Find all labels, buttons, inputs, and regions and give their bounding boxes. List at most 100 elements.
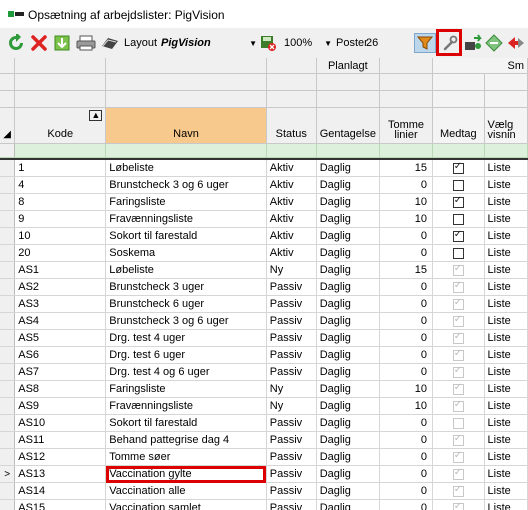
cell-medtag[interactable] [432,244,485,262]
cell-visning[interactable]: Liste [484,160,528,177]
row-indicator[interactable] [0,312,16,330]
cell-gentagelse[interactable]: Daglig [316,346,380,364]
cell-navn[interactable]: Vaccination alle [105,482,267,500]
table-row[interactable]: >AS13Vaccination gyltePassivDaglig0 Liste [0,465,528,483]
cell-medtag[interactable] [432,176,485,194]
medtag-checkbox[interactable] [452,213,464,225]
cell-medtag[interactable] [432,363,485,381]
save-layout-icon[interactable] [258,33,278,53]
cell-tomme-linier[interactable]: 0 [379,278,434,296]
row-indicator[interactable] [0,160,16,177]
cell-gentagelse[interactable]: Daglig [316,414,380,432]
cell-navn[interactable]: Drg. test 6 uger [105,346,267,364]
cell-visning[interactable]: Liste [484,448,528,466]
cell-navn[interactable]: Brunstcheck 3 og 6 uger [105,312,267,330]
table-row[interactable]: AS7Drg. test 4 og 6 ugerPassivDaglig0 Lis… [0,363,528,381]
cell-visning[interactable]: Liste [484,465,528,483]
row-indicator[interactable] [0,380,16,398]
medtag-checkbox[interactable] [452,348,464,361]
medtag-checkbox[interactable] [452,229,464,242]
cell-navn[interactable]: Brunstcheck 3 og 6 uger [105,176,267,194]
cell-tomme-linier[interactable]: 0 [379,312,434,330]
row-indicator[interactable] [0,414,16,432]
cell-medtag[interactable] [432,346,485,364]
medtag-checkbox[interactable] [452,433,464,446]
row-indicator[interactable] [0,329,16,347]
cell-kode[interactable]: AS7 [14,363,107,381]
cell-visning[interactable]: Liste [484,227,528,245]
cell-kode[interactable]: AS14 [14,482,107,500]
cell-kode[interactable]: 10 [14,227,107,245]
cell-kode[interactable]: AS13 [14,465,107,483]
cell-status[interactable]: Passiv [266,465,317,483]
table-row[interactable]: AS6Drg. test 6 ugerPassivDaglig0 Liste [0,346,528,364]
cell-navn[interactable]: Faringsliste [105,193,267,211]
cell-visning[interactable]: Liste [484,380,528,398]
cell-medtag[interactable] [432,312,485,330]
cell-medtag[interactable] [432,465,485,483]
cell-status[interactable]: Ny [266,397,317,415]
cell-navn[interactable]: Løbeliste [105,160,267,177]
cell-tomme-linier[interactable]: 0 [379,414,434,432]
cell-kode[interactable]: AS8 [14,380,107,398]
cell-navn[interactable]: Sokort til farestald [105,227,267,245]
table-row[interactable]: AS2Brunstcheck 3 ugerPassivDaglig0 Liste [0,278,528,296]
cell-medtag[interactable] [432,227,485,245]
medtag-checkbox[interactable] [452,179,464,191]
column-header-medtag[interactable]: Medtag [432,107,485,144]
cell-status[interactable]: Aktiv [266,160,317,177]
cell-tomme-linier[interactable]: 0 [379,363,434,381]
row-indicator[interactable] [0,278,16,296]
print-icon[interactable] [75,33,97,53]
cell-kode[interactable]: AS15 [14,499,107,510]
cell-visning[interactable]: Liste [484,244,528,262]
cell-gentagelse[interactable]: Daglig [316,329,380,347]
cell-tomme-linier[interactable]: 0 [379,346,434,364]
cell-status[interactable]: Aktiv [266,193,317,211]
cell-navn[interactable]: Drg. test 4 uger [105,329,267,347]
medtag-checkbox[interactable] [452,450,464,463]
table-row[interactable]: AS8FaringslisteNyDaglig10 Liste [0,380,528,398]
zoom-select[interactable]: 100% ▼ [284,33,332,53]
cell-gentagelse[interactable]: Daglig [316,397,380,415]
cell-kode[interactable]: 8 [14,193,107,211]
table-row[interactable]: AS10 Sokort til farestald Passiv Daglig 0 Lis… [0,414,528,432]
table-row[interactable]: AS11 Behand pattegrise dag 4 Passiv Daglig 0… [0,431,528,449]
cell-gentagelse[interactable]: Daglig [316,193,380,211]
row-indicator[interactable] [0,193,16,211]
cell-kode[interactable]: AS12 [14,448,107,466]
filter-icon[interactable] [414,33,436,53]
cell-tomme-linier[interactable]: 15 [379,261,434,279]
table-row[interactable]: AS9FravænningslisteNyDaglig10 Liste [0,397,528,415]
cell-tomme-linier[interactable]: 10 [379,210,434,228]
cell-visning[interactable]: Liste [484,176,528,194]
cell-status[interactable]: Aktiv [266,210,317,228]
filter-cell[interactable] [484,143,528,158]
cell-tomme-linier[interactable]: 15 [379,160,434,177]
column-header-tomme-linier[interactable]: Tomme linier [379,107,434,144]
cell-status[interactable]: Passiv [266,329,317,347]
move-icon[interactable] [464,33,484,53]
cell-status[interactable]: Passiv [266,414,317,432]
cell-navn[interactable]: Drg. test 4 og 6 uger [105,363,267,381]
cell-medtag[interactable] [432,295,485,313]
table-row[interactable]: AS5Drg. test 4 ugerPassivDaglig0 Liste [0,329,528,347]
table-row[interactable]: 8FaringslisteAktivDaglig10 Liste [0,193,528,211]
cell-kode[interactable]: 20 [14,244,107,262]
cell-medtag[interactable] [432,380,485,398]
row-indicator[interactable] [0,397,16,415]
cell-status[interactable]: Passiv [266,363,317,381]
cell-gentagelse[interactable]: Daglig [316,431,380,449]
medtag-checkbox[interactable] [452,195,464,208]
cell-medtag[interactable] [432,329,485,347]
cell-status[interactable]: Passiv [266,431,317,449]
cell-gentagelse[interactable]: Daglig [316,448,380,466]
cell-tomme-linier[interactable]: 10 [379,193,434,211]
cell-visning[interactable]: Liste [484,278,528,296]
cell-navn[interactable]: Vaccination samlet [105,499,267,510]
row-indicator[interactable] [0,244,16,262]
filter-cell[interactable] [379,143,434,158]
cell-kode[interactable]: 1 [14,160,107,177]
cell-status[interactable]: Passiv [266,482,317,500]
medtag-checkbox[interactable] [452,467,464,480]
